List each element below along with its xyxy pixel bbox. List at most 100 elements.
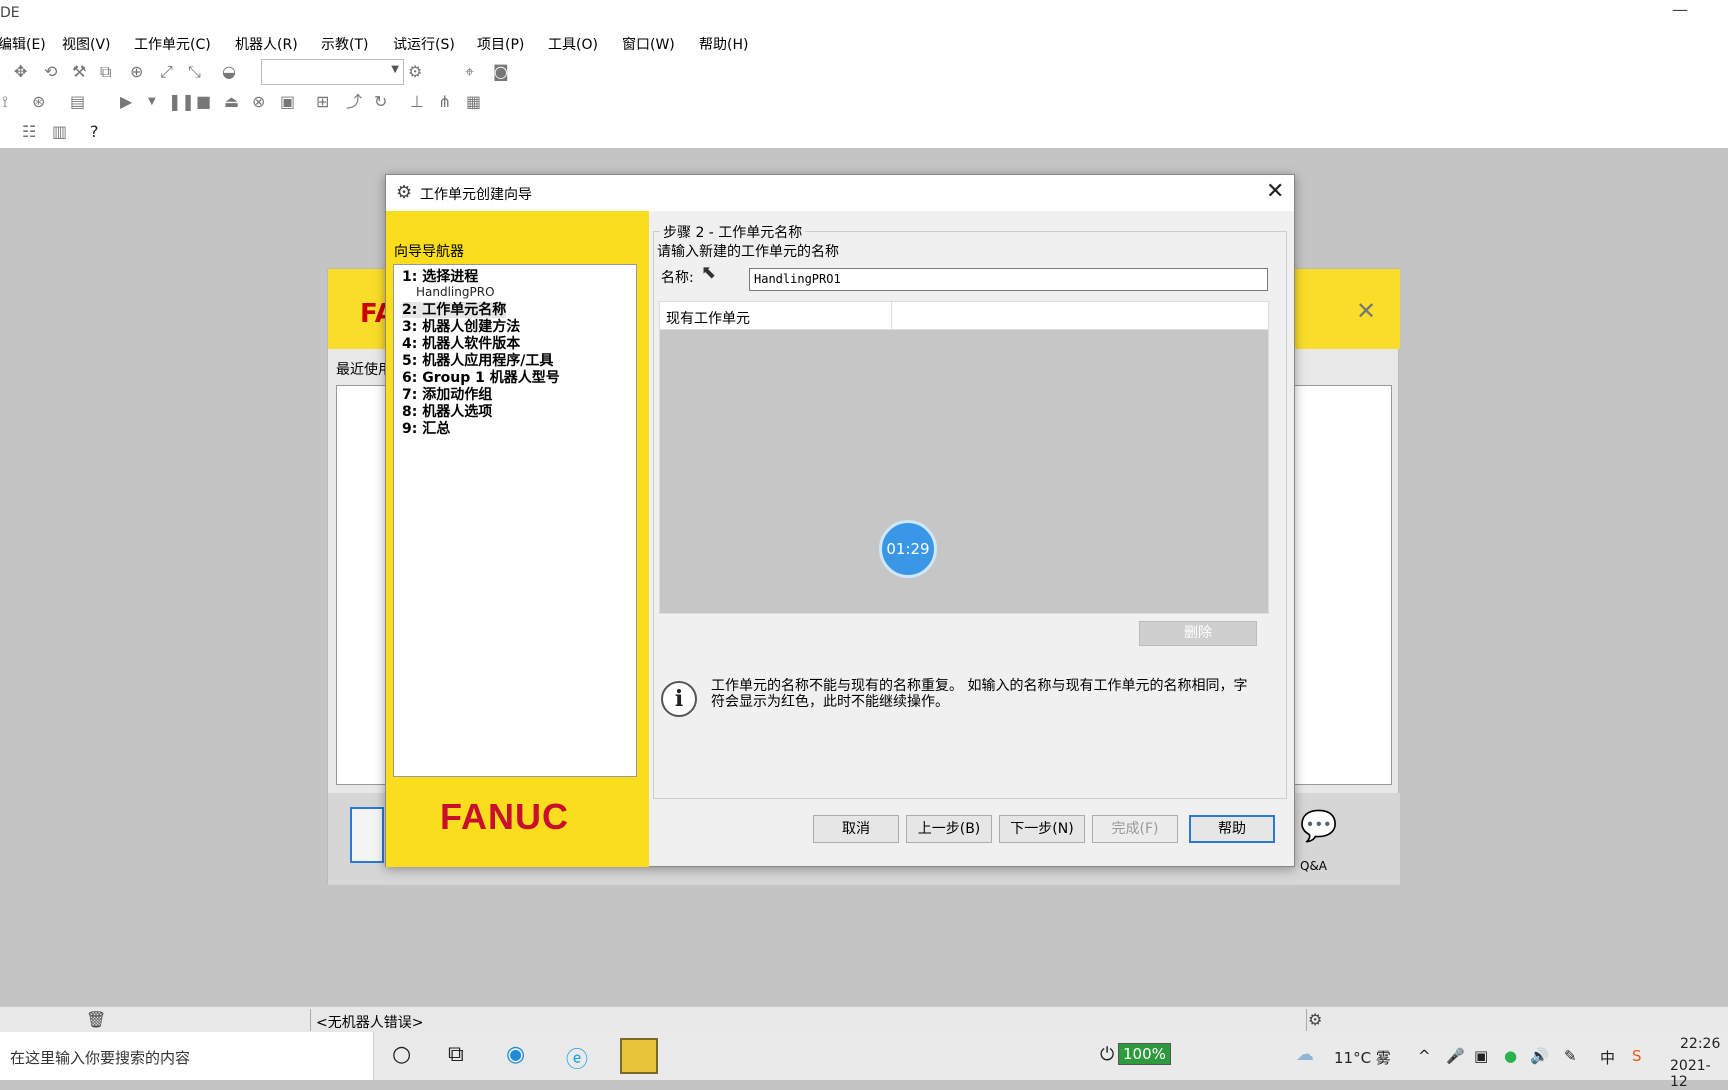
pause-icon[interactable]: ❚❚ (168, 92, 195, 112)
volume-icon[interactable]: 🔊 (1530, 1047, 1549, 1065)
name-label: 名称: (661, 270, 694, 286)
step-summary[interactable]: 9: 汇总 (402, 421, 450, 437)
menu-view[interactable]: 视图(V) (62, 34, 111, 54)
toolbar-combo[interactable]: ▼ (261, 59, 404, 85)
play-icon[interactable]: ▶ (120, 92, 132, 112)
status-message: <无机器人错误> (316, 1015, 424, 1031)
close-icon[interactable]: ✕ (1266, 179, 1284, 204)
robot-status-icon[interactable]: ⚙ (1308, 1010, 1322, 1030)
step-robot-options[interactable]: 8: 机器人选项 (402, 404, 492, 420)
menu-window[interactable]: 窗口(W) (622, 34, 675, 54)
tool-icon[interactable]: ⚒ (72, 62, 86, 82)
abort-icon[interactable]: ⊗ (252, 92, 265, 112)
finish-button[interactable]: 完成(F) (1092, 815, 1178, 843)
move-icon[interactable]: ✥ (14, 62, 27, 82)
cycle-icon[interactable]: ↻ (374, 92, 387, 112)
back-button[interactable]: 上一步(B) (906, 815, 992, 843)
cloud-icon[interactable]: ☁ (1296, 1044, 1314, 1065)
record-icon[interactable]: ⊛ (32, 92, 45, 112)
chevron-down-icon: ▼ (391, 64, 399, 75)
step1-value: HandlingPRO (416, 285, 495, 299)
battery-indicator[interactable]: 100% (1118, 1043, 1171, 1065)
step-robot-model[interactable]: 6: Group 1 机器人型号 (402, 370, 560, 386)
taskbar-search[interactable]: 在这里输入你要搜索的内容 (0, 1032, 374, 1080)
program-icon[interactable]: ▤ (70, 92, 85, 112)
close-icon[interactable]: ✕ (1356, 297, 1376, 325)
timer-badge: 01:29 (879, 520, 937, 578)
chevron-up-icon[interactable]: ^ (1418, 1047, 1431, 1065)
cancel-button[interactable]: 取消 (813, 815, 899, 843)
frame-icon[interactable]: ⊥ (410, 92, 424, 112)
copy-icon[interactable]: ⧉ (100, 62, 111, 82)
network-icon[interactable]: ▣ (1474, 1047, 1488, 1065)
trash-icon[interactable]: 🗑 (86, 1010, 106, 1030)
panel-icon[interactable]: ▥ (52, 122, 67, 142)
wechat-icon[interactable]: ● (1504, 1047, 1517, 1065)
menu-robot[interactable]: 机器人(R) (235, 34, 298, 54)
column-existing-workcell[interactable]: 现有工作单元 (660, 302, 892, 330)
clock-time[interactable]: 22:26 (1680, 1036, 1720, 1052)
group-title: 步骤 2 - 工作单元名称 (660, 222, 806, 242)
rotate-icon[interactable]: ⟲ (44, 62, 57, 82)
document-icon[interactable] (350, 807, 384, 863)
chat-icon[interactable]: 💬 (1300, 809, 1337, 844)
qa-label[interactable]: Q&A (1300, 859, 1327, 873)
stop-icon[interactable]: ■ (196, 92, 211, 112)
menu-test-run[interactable]: 试运行(S) (393, 34, 455, 54)
scale-alt-icon[interactable]: ⤡ (188, 62, 201, 82)
next-button[interactable]: 下一步(N) (999, 815, 1085, 843)
scale-icon[interactable]: ⤢ (160, 62, 173, 82)
navigator-list: 1: 选择进程 HandlingPRO 2: 工作单元名称 3: 机器人创建方法… (393, 264, 637, 777)
step-robot-software[interactable]: 4: 机器人软件版本 (402, 336, 520, 352)
step-robot-app[interactable]: 5: 机器人应用程序/工具 (402, 353, 553, 369)
workcell-name-input[interactable]: HandlingPRO1 (749, 268, 1268, 291)
task-view-icon[interactable]: ⧉ (448, 1042, 464, 1067)
menu-help[interactable]: 帮助(H) (699, 34, 748, 54)
play-dropdown-icon[interactable]: ▼ (148, 92, 156, 112)
help-cursor-icon[interactable]: ? (90, 122, 99, 142)
step-select-process[interactable]: 1: 选择进程 (402, 269, 478, 285)
menu-project[interactable]: 项目(P) (477, 34, 524, 54)
menu-tools[interactable]: 工具(O) (548, 34, 598, 54)
fanuc-logo: FANUC (440, 796, 569, 837)
power-icon[interactable]: ⏻ (1100, 1044, 1114, 1065)
robot-arm-icon[interactable]: ⚙ (408, 62, 422, 82)
menu-workcell[interactable]: 工作单元(C) (134, 34, 211, 54)
browser-icon[interactable]: ⓔ (566, 1042, 588, 1074)
fish-icon[interactable]: ◒ (222, 62, 236, 82)
mouse-icon[interactable]: ⌖ (465, 62, 474, 82)
eject-icon[interactable]: ⏏ (224, 92, 239, 112)
ime-indicator[interactable]: 中 (1600, 1047, 1615, 1068)
wizard-content: 步骤 2 - 工作单元名称 请输入新建的工作单元的名称 名称: Handling… (649, 211, 1295, 867)
sogou-icon[interactable]: S (1632, 1047, 1642, 1065)
weather-text[interactable]: 11°C 雾 (1334, 1047, 1391, 1068)
teach-icon[interactable]: ⟟ (2, 92, 8, 112)
calc-icon[interactable]: ⊞ (316, 92, 329, 112)
clock-date[interactable]: 2021-12 (1670, 1058, 1728, 1090)
camera-icon[interactable]: ◙ (493, 62, 509, 82)
step-workcell-name[interactable]: 2: 工作单元名称 (402, 302, 507, 318)
menu-edit[interactable]: 编辑(E) (0, 34, 46, 54)
delete-button[interactable]: 删除 (1139, 621, 1257, 646)
existing-workcells-table[interactable]: 现有工作单元 01:29 (659, 301, 1269, 614)
step-motion-group[interactable]: 7: 添加动作组 (402, 387, 492, 403)
prompt-text: 请输入新建的工作单元的名称 (657, 244, 839, 260)
menu-teach[interactable]: 示教(T) (321, 34, 368, 54)
grid-icon[interactable]: ▦ (466, 92, 481, 112)
cortana-icon[interactable]: ○ (392, 1042, 411, 1067)
minimize-button[interactable]: — (1672, 0, 1688, 19)
path-icon[interactable]: ⤴ (346, 92, 362, 112)
roboguide-taskbar-icon[interactable] (620, 1038, 658, 1074)
graph-icon[interactable]: ⋔ (438, 92, 451, 112)
microphone-icon[interactable]: 🎤 (1446, 1047, 1465, 1065)
add-icon[interactable]: ⊕ (130, 62, 143, 82)
movie-icon[interactable]: ▣ (280, 92, 295, 112)
edge-icon[interactable]: ◉ (506, 1042, 525, 1067)
search-placeholder: 在这里输入你要搜索的内容 (10, 1049, 191, 1067)
pen-icon[interactable]: ✎ (1564, 1047, 1577, 1065)
navigator-label: 向导导航器 (394, 244, 464, 260)
status-bar: 🗑 <无机器人错误> ⚙ (0, 1006, 1728, 1032)
help-button[interactable]: 帮助 (1189, 815, 1275, 843)
step-robot-creation[interactable]: 3: 机器人创建方法 (402, 319, 520, 335)
tree-icon[interactable]: ☷ (22, 122, 36, 142)
